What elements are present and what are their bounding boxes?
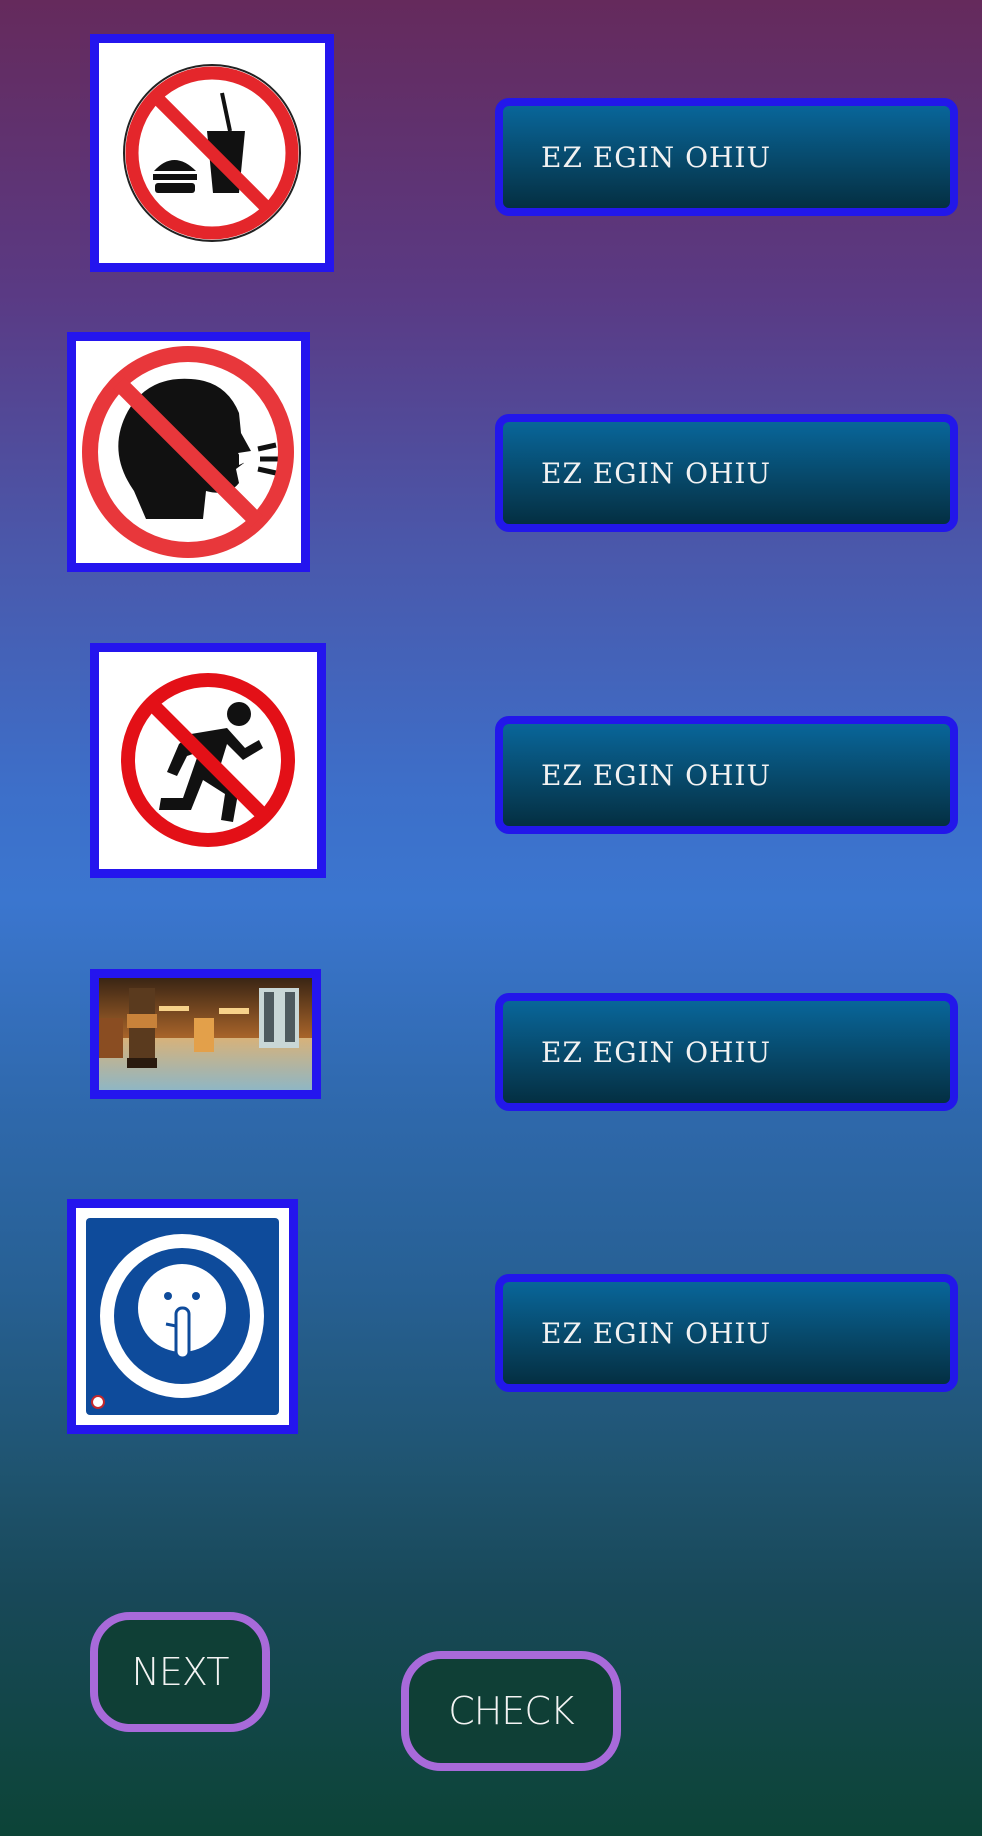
check-button[interactable]: CHECK bbox=[401, 1651, 621, 1771]
no-shouting-icon bbox=[82, 346, 294, 558]
hallway-photo bbox=[99, 978, 312, 1090]
answer-button-5[interactable]: EZ EGIN OHIU bbox=[495, 1274, 958, 1392]
keep-quiet-icon bbox=[86, 1218, 279, 1415]
no-shouting-sign[interactable] bbox=[67, 332, 310, 572]
no-food-drink-icon bbox=[123, 64, 301, 242]
hallway-photo[interactable] bbox=[90, 969, 321, 1099]
answer-button-4[interactable]: EZ EGIN OHIU bbox=[495, 993, 958, 1111]
no-running-sign[interactable] bbox=[90, 643, 326, 878]
no-running-icon bbox=[121, 673, 295, 847]
answer-button-2[interactable]: EZ EGIN OHIU bbox=[495, 414, 958, 532]
answer-button-3[interactable]: EZ EGIN OHIU bbox=[495, 716, 958, 834]
next-button[interactable]: NEXT bbox=[90, 1612, 270, 1732]
no-food-drink-sign[interactable] bbox=[90, 34, 334, 272]
answer-button-1[interactable]: EZ EGIN OHIU bbox=[495, 98, 958, 216]
keep-quiet-sign[interactable] bbox=[67, 1199, 298, 1434]
